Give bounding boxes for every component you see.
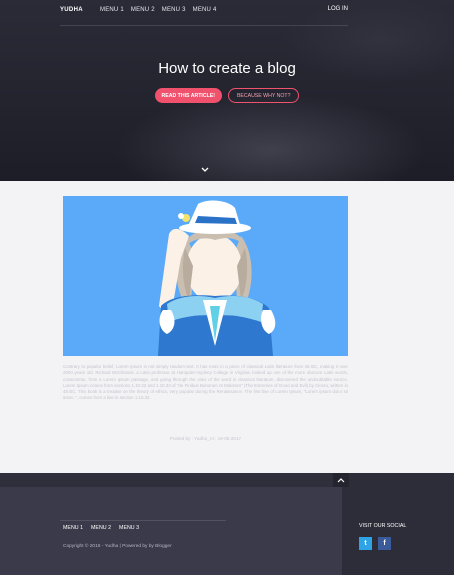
post-meta: Posted by : Yudha_Al : 19-05-2017 bbox=[169, 436, 242, 441]
footer-menu-3[interactable]: MENU 3 bbox=[119, 525, 139, 531]
chevron-up-icon bbox=[337, 478, 345, 483]
footer: MENU 1 MENU 2 MENU 3 Copyright © 2016 - … bbox=[0, 473, 454, 575]
chevron-down-icon[interactable] bbox=[200, 166, 210, 174]
copyright-text: Copyright © 2016 - Yudha | Powered by by… bbox=[63, 544, 172, 549]
hero-title: How to create a blog bbox=[158, 60, 296, 77]
top-nav: YUDHA MENU 1 MENU 2 MENU 3 MENU 4 LOG IN bbox=[60, 6, 348, 20]
read-article-button[interactable]: READ THIS ARTICLE! bbox=[154, 88, 222, 103]
hero-section: YUDHA MENU 1 MENU 2 MENU 3 MENU 4 LOG IN… bbox=[0, 0, 454, 181]
footer-divider bbox=[60, 520, 226, 521]
nav-menu-2[interactable]: MENU 2 bbox=[131, 7, 155, 13]
footer-menu: MENU 1 MENU 2 MENU 3 bbox=[63, 525, 139, 531]
brand-logo[interactable]: YUDHA bbox=[60, 7, 83, 13]
hero-buttons: READ THIS ARTICLE! BECAUSE WHY NOT? bbox=[0, 88, 454, 103]
social-title: VISIT OUR SOCIAL bbox=[359, 523, 407, 529]
nav-divider bbox=[60, 25, 348, 26]
login-link[interactable]: LOG IN bbox=[328, 6, 348, 12]
post-image bbox=[63, 196, 348, 356]
facebook-icon[interactable]: f bbox=[378, 537, 391, 550]
because-why-not-button[interactable]: BECAUSE WHY NOT? bbox=[227, 88, 300, 103]
scroll-top-button[interactable] bbox=[333, 473, 349, 487]
post-content: Contrary to popular belief, Lorem Ipsum … bbox=[0, 181, 454, 473]
nav-menu-3[interactable]: MENU 3 bbox=[162, 7, 186, 13]
post-body: Contrary to popular belief, Lorem Ipsum … bbox=[63, 364, 348, 401]
nav-menu-4[interactable]: MENU 4 bbox=[193, 7, 217, 13]
social-links: t f bbox=[359, 537, 391, 550]
footer-menu-1[interactable]: MENU 1 bbox=[63, 525, 83, 531]
anime-illustration bbox=[158, 200, 276, 356]
twitter-icon[interactable]: t bbox=[359, 537, 372, 550]
nav-menu-1[interactable]: MENU 1 bbox=[100, 7, 124, 13]
main-menu: MENU 1 MENU 2 MENU 3 MENU 4 bbox=[100, 7, 217, 13]
footer-menu-2[interactable]: MENU 2 bbox=[91, 525, 111, 531]
